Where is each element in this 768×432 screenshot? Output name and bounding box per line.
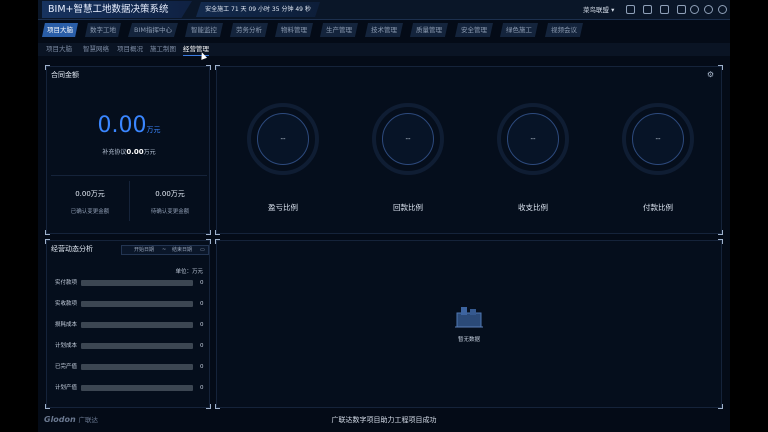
grid-icon[interactable] xyxy=(626,5,635,14)
supplement-value: 0.00 xyxy=(126,148,144,156)
gear-icon[interactable]: ⚙ xyxy=(706,70,715,79)
bar-value: 0 xyxy=(200,322,204,328)
supplement-label: 补充协议 xyxy=(102,149,127,156)
confirmed-change-label: 已确认变更金额 xyxy=(70,209,110,215)
tab-digital-site[interactable]: 数字工地 xyxy=(85,23,121,37)
contract-panel: 合同金额 0.00万元 补充协议0.00万元 0.00万元 已确认变更金额 0.… xyxy=(45,65,211,235)
app-frame: BIM+智慧工地数据决策系统 安全施工 71 天 09 小时 35 分钟 49 … xyxy=(38,0,730,432)
bar-value: 0 xyxy=(200,301,204,307)
subtab-overview[interactable]: 项目概况 xyxy=(117,44,143,55)
ratio-gauges-panel: ⚙ -- 盈亏比例 -- 回款比例 -- 收支比例 -- 付款比例 xyxy=(215,65,723,235)
supplement-agreement: 补充协议0.00万元 xyxy=(47,147,211,156)
gauge-value: -- xyxy=(382,113,434,165)
tab-technical[interactable]: 技术管理 xyxy=(365,23,403,37)
gauge-label: 回款比例 xyxy=(393,203,423,212)
tab-quality[interactable]: 质量管理 xyxy=(410,23,448,37)
bar-label: 计划产值 xyxy=(55,385,78,391)
no-data-icon xyxy=(455,307,483,328)
gauge-label: 付款比例 xyxy=(643,203,673,212)
supplement-unit: 万元 xyxy=(143,149,156,156)
date-range-picker[interactable]: 开始日期 ~ 结束日期 ▭ xyxy=(121,245,209,255)
safety-days-counter: 安全施工 71 天 09 小时 35 分钟 49 秒 xyxy=(196,2,320,17)
divider xyxy=(51,175,207,176)
profit-loss-gauge: -- xyxy=(247,103,319,175)
bar-value: 0 xyxy=(200,364,204,370)
pending-change-label: 待确认变更金额 xyxy=(150,209,190,215)
pending-change-value: 0.00万元 xyxy=(155,190,185,198)
contract-amount: 0.00万元 xyxy=(47,113,211,138)
gauge-label: 收支比例 xyxy=(518,203,548,212)
gauge-value: -- xyxy=(507,113,559,165)
no-data-text: 暂无数据 xyxy=(457,337,480,343)
gauge-label: 盈亏比例 xyxy=(268,203,298,212)
bar-label: 计划成本 xyxy=(55,343,78,349)
bar-row: 已完产值 0 xyxy=(55,363,207,371)
bar-row: 实收款项 0 xyxy=(55,300,207,308)
sub-nav-tabs: 项目大脑 智慧网络 项目概况 施工制图 经营管理 xyxy=(38,43,730,60)
bar-track xyxy=(81,343,193,349)
contract-amount-value: 0.00 xyxy=(97,113,147,138)
monitor-icon[interactable] xyxy=(643,5,652,14)
bar-value: 0 xyxy=(200,343,204,349)
dynamic-analysis-title: 经营动态分析 xyxy=(51,245,93,253)
tab-green[interactable]: 绿色施工 xyxy=(500,23,538,37)
refresh-icon[interactable] xyxy=(704,5,713,14)
bar-label: 已完产值 xyxy=(55,364,78,370)
bar-row: 损耗成本 0 xyxy=(55,321,207,329)
end-date-input[interactable]: 结束日期 xyxy=(172,246,192,254)
bar-track xyxy=(81,364,193,370)
bar-track xyxy=(81,280,193,286)
bar-track xyxy=(81,385,193,391)
pending-change-stat: 0.00万元 待确认变更金额 xyxy=(131,189,209,215)
calendar-icon[interactable]: ▭ xyxy=(200,246,205,254)
tab-material[interactable]: 物料管理 xyxy=(275,23,313,37)
tab-video-meeting[interactable]: 视频会议 xyxy=(545,23,583,37)
gauge-value: -- xyxy=(632,113,684,165)
bar-row: 计划成本 0 xyxy=(55,342,207,350)
footer-slogan: 广联达数字项目助力工程项目成功 xyxy=(331,416,437,424)
contract-amount-unit: 万元 xyxy=(146,126,161,134)
app-title: BIM+智慧工地数据决策系统 xyxy=(42,1,192,18)
bar-row: 实付款项 0 xyxy=(55,279,207,287)
tab-bim-center[interactable]: BIM指挥中心 xyxy=(128,23,178,37)
picture-icon[interactable] xyxy=(660,5,669,14)
contract-title: 合同金额 xyxy=(51,71,79,79)
unit-label: 单位：万元 xyxy=(175,269,203,275)
bar-track xyxy=(81,322,193,328)
bar-value: 0 xyxy=(200,385,204,391)
bar-row: 计划产值 0 xyxy=(55,384,207,392)
book-icon[interactable] xyxy=(677,5,686,14)
project-select[interactable]: 菜鸟联盟 ▾ xyxy=(583,4,614,14)
subtab-drawing[interactable]: 施工制图 xyxy=(150,44,176,55)
start-date-input[interactable]: 开始日期 xyxy=(134,246,154,254)
top-header: BIM+智慧工地数据决策系统 安全施工 71 天 09 小时 35 分钟 49 … xyxy=(38,0,730,20)
bar-value: 0 xyxy=(200,280,204,286)
bar-label: 实付款项 xyxy=(55,280,78,286)
bar-track xyxy=(81,301,193,307)
tab-project-brain[interactable]: 项目大脑 xyxy=(42,23,78,37)
bar-label: 损耗成本 xyxy=(55,322,78,328)
shield-icon[interactable] xyxy=(690,5,699,14)
tab-safety[interactable]: 安全管理 xyxy=(455,23,493,37)
gauge-value: -- xyxy=(257,113,309,165)
subtab-project-brain[interactable]: 项目大脑 xyxy=(46,44,72,55)
confirmed-change-value: 0.00万元 xyxy=(75,190,105,198)
tab-smart-monitor[interactable]: 智能监控 xyxy=(185,23,223,37)
collection-gauge: -- xyxy=(372,103,444,175)
payment-gauge: -- xyxy=(622,103,694,175)
tab-labor-analysis[interactable]: 劳务分析 xyxy=(230,23,268,37)
date-separator: ~ xyxy=(162,247,167,253)
divider xyxy=(129,181,130,221)
bar-label: 实收款项 xyxy=(55,301,78,307)
user-icon[interactable] xyxy=(718,5,727,14)
analysis-chart-panel: 暂无数据 xyxy=(215,239,723,409)
tab-production[interactable]: 生产管理 xyxy=(320,23,358,37)
subtab-smart-network[interactable]: 智慧网络 xyxy=(83,44,109,55)
confirmed-change-stat: 0.00万元 已确认变更金额 xyxy=(51,189,129,215)
income-expense-gauge: -- xyxy=(497,103,569,175)
dynamic-analysis-panel: 经营动态分析 开始日期 ~ 结束日期 ▭ 单位：万元 实付款项 0 实收款项 0… xyxy=(45,239,211,409)
